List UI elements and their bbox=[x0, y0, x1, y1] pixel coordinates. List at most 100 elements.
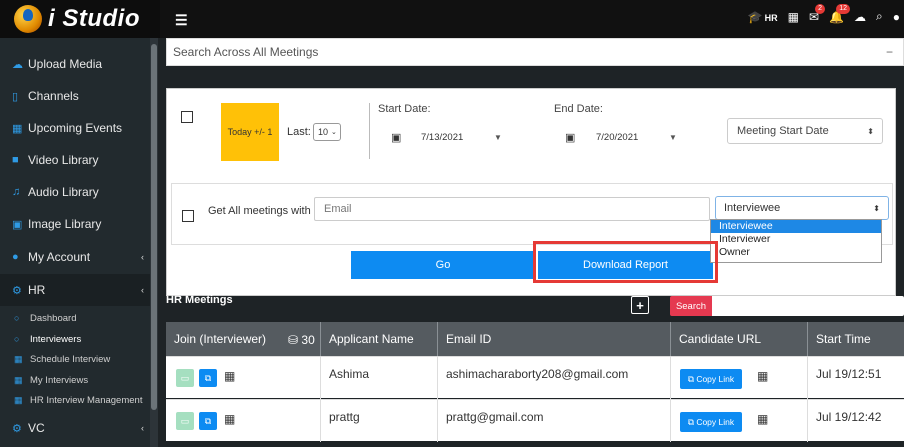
collapse-icon[interactable]: − bbox=[886, 45, 893, 59]
message-badge: 2 bbox=[815, 3, 826, 14]
start-date-label: Start Date: bbox=[378, 103, 431, 115]
candidate-url-cell: ⧉ Copy Link ▦ bbox=[671, 400, 808, 442]
copy-link-button[interactable]: ⧉ Copy Link bbox=[680, 369, 742, 389]
sidebar-item-vc[interactable]: ⚙ VC ‹ bbox=[0, 412, 150, 444]
end-date-field[interactable]: 7/20/2021 bbox=[596, 132, 638, 143]
col-email-id: Email ID bbox=[438, 322, 671, 356]
sidebar-scrollbar-thumb[interactable] bbox=[151, 44, 157, 410]
calendar-icon[interactable]: ▣ bbox=[565, 131, 575, 144]
copy-icon[interactable]: ⧉ bbox=[199, 412, 217, 430]
caret-down-icon[interactable]: ▼ bbox=[494, 133, 502, 142]
top-icons: 🎓 HR ▦ ✉ 2 🔔 12 ☁ ⌕ ● bbox=[748, 3, 900, 24]
join-cell: ▭ ⧉ ▦ bbox=[166, 400, 321, 442]
hamburger-menu-icon[interactable]: ☰ bbox=[175, 12, 188, 29]
start-date-field[interactable]: 7/13/2021 bbox=[421, 132, 463, 143]
go-button[interactable]: Go bbox=[351, 251, 535, 279]
qr-code-icon[interactable]: ▦ bbox=[224, 369, 235, 383]
logo-icon bbox=[14, 5, 42, 33]
graduation-cap-icon[interactable]: 🎓 HR bbox=[748, 10, 778, 24]
role-option-interviewee[interactable]: Interviewee bbox=[711, 220, 881, 233]
copy-icon: ⧉ bbox=[687, 373, 694, 384]
sidebar-sub-label: Interviewers bbox=[30, 333, 82, 345]
copy-link-label: Copy Link bbox=[696, 374, 735, 384]
sidebar-item-audio-library[interactable]: ♫ Audio Library bbox=[0, 176, 150, 208]
video-call-icon[interactable]: ▭ bbox=[176, 369, 194, 387]
bookmark-icon: ▯ bbox=[12, 90, 19, 103]
gears-icon: ⚙ bbox=[12, 422, 22, 435]
col-applicant-name: Applicant Name bbox=[321, 322, 438, 356]
database-icon: ⛁ bbox=[288, 333, 299, 347]
sidebar-item-image-library[interactable]: ▣ Image Library bbox=[0, 208, 150, 240]
sidebar-sub-my-interviews[interactable]: ▦ My Interviews bbox=[0, 370, 150, 390]
col-email-id-label: Email ID bbox=[446, 332, 492, 346]
sidebar-item-my-account[interactable]: ● My Account ‹ bbox=[0, 241, 150, 273]
chevron-down-icon: ‹ bbox=[141, 285, 144, 295]
sidebar-sub-dashboard[interactable]: ○ Dashboard bbox=[0, 308, 150, 328]
role-value: Interviewee bbox=[724, 202, 781, 214]
email-input[interactable]: Email bbox=[314, 197, 710, 221]
last-days-select[interactable]: 10 ⌄ bbox=[313, 123, 341, 141]
calendar-icon[interactable]: ▣ bbox=[391, 131, 401, 144]
divider bbox=[369, 103, 370, 159]
qr-code-icon[interactable]: ▦ bbox=[757, 412, 768, 426]
get-all-label: Get All meetings with bbox=[208, 205, 311, 217]
hr-label: HR bbox=[764, 12, 778, 23]
table-search-button[interactable]: Search bbox=[670, 296, 712, 316]
chevron-left-icon: ‹ bbox=[141, 252, 144, 262]
role-option-interviewer[interactable]: Interviewer bbox=[711, 233, 881, 246]
cloud-upload-icon: ☁ bbox=[12, 58, 23, 71]
caret-down-icon[interactable]: ▼ bbox=[669, 133, 677, 142]
logo-text: i Studio bbox=[48, 5, 140, 32]
app-logo[interactable]: i Studio bbox=[0, 0, 160, 38]
table-search-input[interactable] bbox=[712, 296, 904, 316]
sidebar-item-label: VC bbox=[28, 421, 45, 435]
sidebar-sub-hr-interview-management[interactable]: ▦ HR Interview Management bbox=[0, 390, 150, 410]
sidebar-sub-label: Dashboard bbox=[30, 312, 77, 324]
add-meeting-button[interactable]: + bbox=[631, 296, 649, 314]
sidebar-item-upcoming-events[interactable]: ▦ Upcoming Events bbox=[0, 112, 150, 144]
user-icon[interactable]: ● bbox=[893, 10, 900, 24]
qr-code-icon[interactable]: ▦ bbox=[224, 412, 235, 426]
music-icon: ♫ bbox=[12, 186, 21, 198]
circle-icon: ○ bbox=[14, 313, 20, 323]
video-icon: ■ bbox=[12, 154, 19, 166]
copy-icon[interactable]: ⧉ bbox=[199, 369, 217, 387]
today-checkbox[interactable] bbox=[181, 111, 193, 123]
applicant-name-cell: Ashima bbox=[321, 357, 438, 399]
video-call-icon[interactable]: ▭ bbox=[176, 412, 194, 430]
sidebar-item-hr[interactable]: ⚙ HR ‹ bbox=[0, 274, 150, 306]
today-button[interactable]: Today +/- 1 bbox=[221, 103, 279, 161]
col-applicant-name-label: Applicant Name bbox=[329, 332, 414, 346]
sidebar-sub-schedule-interview[interactable]: ▦ Schedule Interview bbox=[0, 349, 150, 369]
search-across-meetings-bar[interactable]: Search Across All Meetings − bbox=[166, 38, 904, 66]
applicant-name-cell: prattg bbox=[321, 400, 438, 442]
bell-icon[interactable]: 🔔 12 bbox=[829, 3, 851, 24]
highlight-box bbox=[533, 241, 718, 283]
sidebar-sub-interviewers[interactable]: ○ Interviewers bbox=[0, 329, 150, 349]
calendar-icon: ▦ bbox=[14, 394, 23, 405]
main-content: Search Across All Meetings − Today +/- 1… bbox=[158, 38, 904, 447]
copy-link-button[interactable]: ⧉ Copy Link bbox=[680, 412, 742, 432]
sidebar-item-label: Channels bbox=[28, 89, 79, 103]
sort-by-value: Meeting Start Date bbox=[737, 125, 829, 137]
cloud-upload-icon[interactable]: ☁ bbox=[854, 10, 866, 24]
col-candidate-url-label: Candidate URL bbox=[679, 332, 762, 346]
get-all-checkbox[interactable] bbox=[182, 210, 194, 222]
sidebar-item-upload-media[interactable]: ☁ Upload Media bbox=[0, 48, 150, 80]
role-option-owner[interactable]: Owner bbox=[711, 246, 881, 259]
circle-icon: ○ bbox=[14, 334, 20, 344]
last-days-value: 10 bbox=[318, 127, 329, 137]
calendar-icon: ▦ bbox=[12, 122, 23, 135]
qr-code-icon[interactable]: ▦ bbox=[757, 369, 768, 383]
sort-by-select[interactable]: Meeting Start Date ⬍ bbox=[727, 118, 883, 144]
role-select[interactable]: Interviewee ⬍ bbox=[715, 196, 889, 220]
table-row: ▭ ⧉ ▦ prattg prattg@gmail.com ⧉ Copy Lin… bbox=[166, 399, 904, 442]
sidebar-item-video-library[interactable]: ■ Video Library bbox=[0, 144, 150, 176]
search-icon[interactable]: ⌕ bbox=[876, 9, 883, 24]
message-icon[interactable]: ✉ 2 bbox=[809, 3, 826, 24]
user-icon: ● bbox=[12, 251, 19, 263]
image-icon: ▣ bbox=[12, 218, 23, 231]
sidebar-item-channels[interactable]: ▯ Channels bbox=[0, 80, 150, 112]
sidebar: ☁ Upload Media ▯ Channels ▦ Upcoming Eve… bbox=[0, 38, 150, 447]
calendar-icon[interactable]: ▦ bbox=[788, 10, 799, 24]
